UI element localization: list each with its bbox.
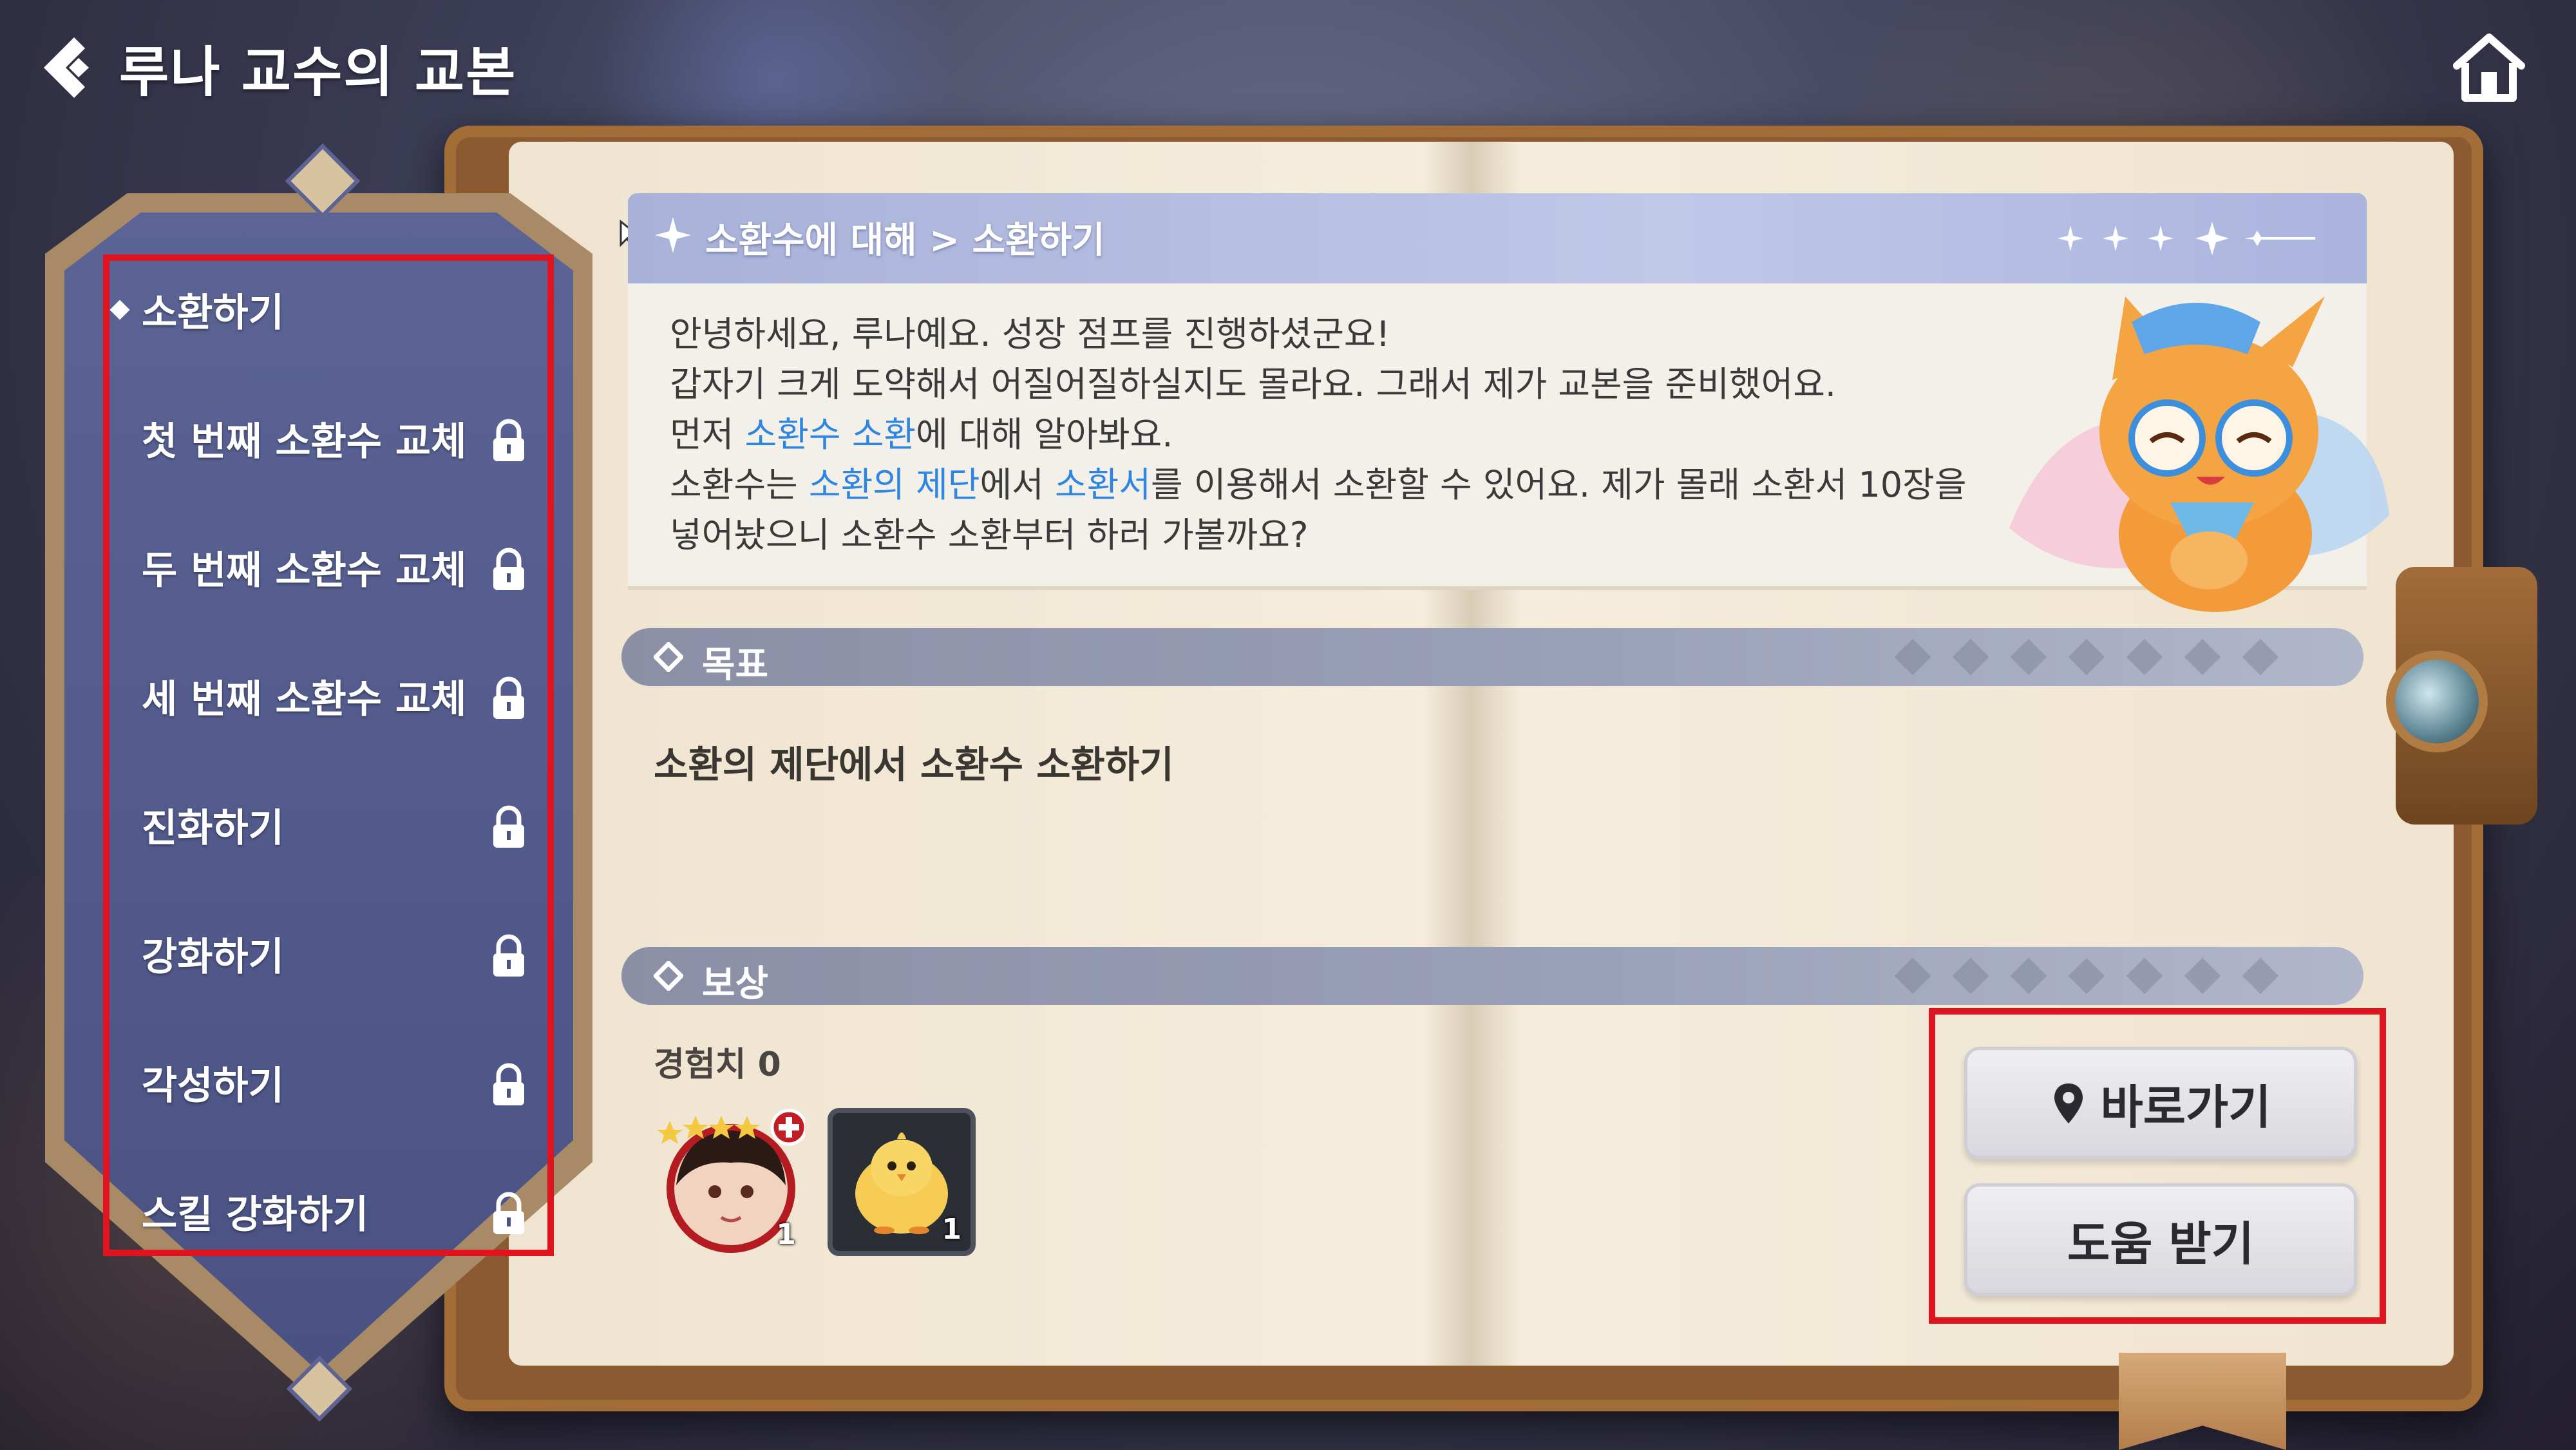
sparkle-decoration-icon — [2058, 222, 2315, 255]
home-icon — [2453, 33, 2525, 102]
intro-text: 안녕하세요, 루나예요. 성장 점프를 진행하셨군요! 갑자기 크게 도약해서 … — [670, 309, 2087, 560]
reward-title: 보상 — [702, 963, 769, 1005]
lock-icon — [493, 548, 524, 590]
intro-line: 먼저 소환수 소환에 대해 알아봐요. — [670, 410, 2087, 460]
reward-section-bar: 보상 — [621, 947, 2363, 1005]
sidebar-item-label: 강화하기 — [142, 934, 284, 980]
intro-text-segment: 소환수는 — [670, 464, 809, 505]
intro-text-segment: 에 대해 알아봐요. — [916, 414, 1173, 455]
lock-icon — [493, 676, 524, 719]
reward-count: 1 — [776, 1218, 796, 1251]
sidebar-item-first-replace[interactable]: 첫 번째 소환수 교체 — [142, 399, 528, 477]
breadcrumb: 소환수에 대해 > 소환하기 — [705, 220, 1105, 262]
sidebar-item-label: 첫 번째 소환수 교체 — [142, 419, 467, 464]
intro-line: 안녕하세요, 루나예요. 성장 점프를 진행하셨군요! — [670, 314, 1390, 354]
help-button-label: 도움 받기 — [2067, 1217, 2255, 1271]
lock-icon — [493, 1063, 524, 1105]
clasp-gem-icon — [2386, 651, 2488, 752]
goal-text: 소환의 제단에서 소환수 소환하기 — [654, 743, 1174, 787]
sidebar-menu: 소환하기 첫 번째 소환수 교체 두 번째 소환수 교체 세 번째 소환수 교체… — [103, 254, 554, 1256]
reward-count: 1 — [942, 1213, 961, 1246]
sidebar-item-label: 스킬 강화하기 — [142, 1192, 369, 1237]
sidebar-item-label: 각성하기 — [142, 1063, 284, 1109]
sparkle-icon — [655, 217, 691, 253]
scroll-link[interactable]: 소환서 — [1055, 464, 1151, 505]
sidebar-item-enhance[interactable]: 강화하기 — [142, 915, 528, 992]
home-button[interactable] — [2447, 26, 2531, 110]
sidebar-item-evolve[interactable]: 진화하기 — [142, 786, 528, 863]
diamond-icon — [654, 642, 683, 672]
intro-text-segment: 먼저 — [670, 414, 745, 455]
diamond-pattern-icon — [1894, 638, 2279, 676]
action-buttons-group: 바로가기 도움 받기 — [1929, 1008, 2386, 1324]
lock-icon — [493, 1192, 524, 1234]
lock-icon — [493, 419, 524, 461]
altar-link[interactable]: 소환의 제단 — [809, 464, 980, 505]
back-button[interactable] — [35, 29, 106, 106]
sidebar-item-awaken[interactable]: 각성하기 — [142, 1044, 528, 1121]
intro-header: 소환수에 대해 > 소환하기 — [628, 193, 2367, 283]
back-arrow-icon — [44, 37, 89, 98]
sidebar-item-summon[interactable]: 소환하기 — [142, 271, 528, 348]
diamond-icon — [654, 961, 683, 991]
sidebar-item-second-replace[interactable]: 두 번째 소환수 교체 — [142, 528, 528, 606]
intro-text-segment: 를 이용해서 소환할 수 있어요. 제가 몰래 소환서 10장을 — [1151, 464, 1967, 505]
lock-icon — [493, 934, 524, 977]
reward-item-chick[interactable]: 1 — [828, 1108, 976, 1256]
sidebar-item-label: 두 번째 소환수 교체 — [142, 548, 467, 593]
help-button[interactable]: 도움 받기 — [1964, 1183, 2357, 1296]
page-title: 루나 교수의 교본 — [119, 41, 517, 104]
sidebar-item-third-replace[interactable]: 세 번째 소환수 교체 — [142, 657, 528, 734]
goto-button[interactable]: 바로가기 — [1964, 1047, 2357, 1159]
intro-line: 넣어놨으니 소환수 소환부터 하러 가볼까요? — [670, 515, 1309, 555]
exp-reward-label: 경험치 0 — [654, 1045, 781, 1084]
goal-section-bar: 목표 — [621, 628, 2363, 686]
goto-button-label: 바로가기 — [2100, 1080, 2271, 1134]
sidebar-item-label: 소환하기 — [142, 290, 284, 336]
reward-item-hero[interactable]: 1 — [657, 1108, 808, 1256]
intro-line: 갑자기 크게 도약해서 어질어질하실지도 몰라요. 그래서 제가 교본을 준비했… — [670, 364, 1837, 405]
summon-link[interactable]: 소환수 소환 — [745, 414, 916, 455]
sidebar-item-skill-enhance[interactable]: 스킬 강화하기 — [142, 1172, 528, 1250]
intro-line: 소환수는 소환의 제단에서 소환서를 이용해서 소환할 수 있어요. 제가 몰래… — [670, 460, 2087, 510]
location-pin-icon — [2054, 1083, 2083, 1123]
sidebar-item-label: 진화하기 — [142, 805, 284, 851]
diamond-pattern-icon — [1894, 957, 2279, 995]
lock-icon — [493, 805, 524, 848]
intro-text-segment: 에서 — [980, 464, 1055, 505]
sidebar-item-label: 세 번째 소환수 교체 — [142, 676, 467, 722]
goal-title: 목표 — [702, 644, 769, 686]
luna-mascot-icon — [2009, 296, 2389, 612]
top-bar: 루나 교수의 교본 — [0, 0, 2576, 129]
